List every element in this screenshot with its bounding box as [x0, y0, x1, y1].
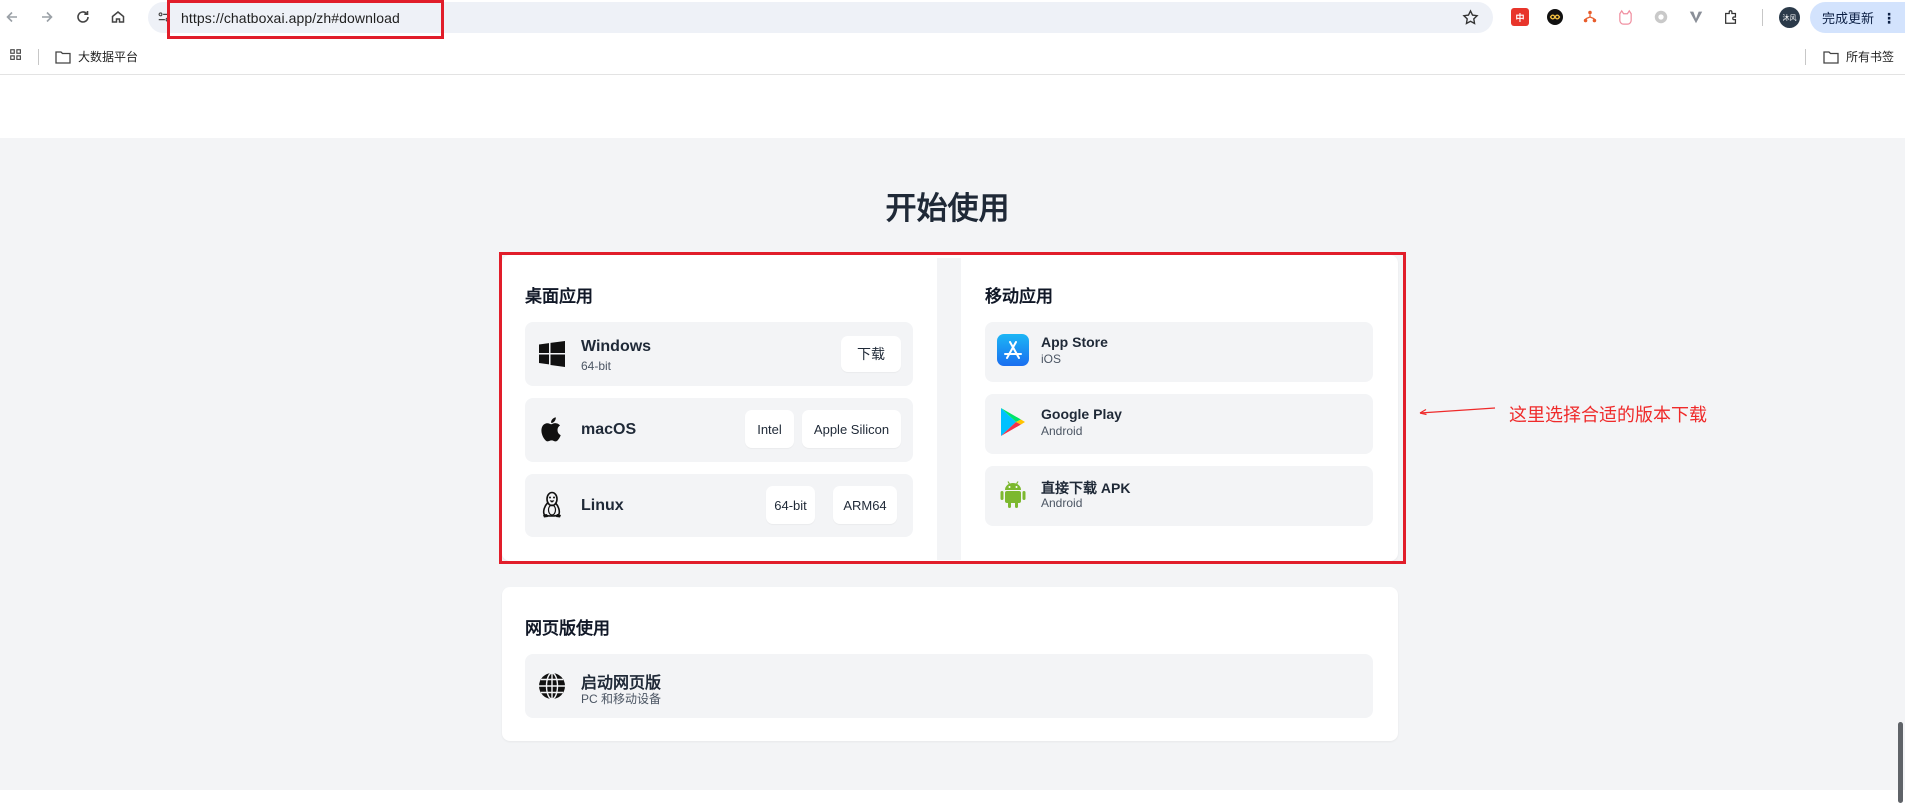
- forward-arrow-icon: [42, 11, 53, 23]
- apps-grid-button[interactable]: [8, 48, 24, 62]
- avatar-text: 沐风: [1782, 14, 1797, 22]
- web-launch-sub: PC 和移动设备: [581, 692, 662, 706]
- reload-icon: [77, 11, 89, 23]
- forward-button[interactable]: [35, 5, 59, 29]
- annotation-arrow-icon: [1419, 407, 1496, 416]
- extensions-puzzle-icon[interactable]: [1722, 8, 1740, 26]
- update-button[interactable]: 完成更新 ⋮: [1810, 2, 1905, 33]
- home-icon: [111, 11, 125, 23]
- reload-button[interactable]: [71, 5, 95, 29]
- all-bookmarks-label: 所有书签: [1846, 50, 1895, 64]
- web-title: 网页版使用: [525, 619, 610, 638]
- globe-icon: [537, 671, 567, 701]
- extension-infinity-icon[interactable]: [1546, 8, 1564, 26]
- profile-avatar[interactable]: 沐风: [1779, 7, 1800, 28]
- url-highlight-box: [167, 0, 444, 39]
- bookmark-star-icon[interactable]: [1462, 9, 1479, 26]
- bookmarks-divider-right: [1805, 49, 1806, 65]
- web-launch-row[interactable]: 启动网页版 PC 和移动设备: [525, 654, 1373, 718]
- apps-grid-icon: [10, 49, 21, 60]
- back-button[interactable]: [0, 5, 24, 29]
- page-top-area: [0, 75, 1905, 138]
- menu-dots-icon: ⋮: [1882, 9, 1897, 26]
- home-button[interactable]: [106, 5, 130, 29]
- bookmarks-bar: 大数据平台 所有书签: [0, 42, 1905, 72]
- folder-icon: [55, 50, 71, 64]
- bookmarks-divider: [38, 49, 39, 65]
- all-bookmarks-button[interactable]: 所有书签: [1823, 48, 1894, 65]
- toolbar-divider: [1762, 9, 1763, 26]
- bookmark-folder-bigdata[interactable]: 大数据平台: [55, 48, 138, 65]
- folder-icon: [1823, 50, 1839, 64]
- update-button-label: 完成更新: [1822, 11, 1875, 26]
- extension-network-icon[interactable]: [1581, 8, 1599, 26]
- annotation-text: 这里选择合适的版本下载: [1509, 405, 1707, 425]
- page-bottom-area: [0, 790, 1905, 803]
- apps-highlight-box: [499, 252, 1406, 564]
- back-arrow-icon: [6, 11, 17, 23]
- extension-translate-icon[interactable]: 中: [1511, 8, 1529, 26]
- extension-gear-icon[interactable]: [1652, 8, 1670, 26]
- page-scrollbar[interactable]: [1898, 722, 1903, 803]
- section-heading: 开始使用: [885, 191, 1010, 226]
- bookmark-folder-label: 大数据平台: [78, 50, 139, 64]
- extension-cat-icon[interactable]: [1616, 8, 1634, 26]
- extension-v-icon[interactable]: [1687, 8, 1705, 26]
